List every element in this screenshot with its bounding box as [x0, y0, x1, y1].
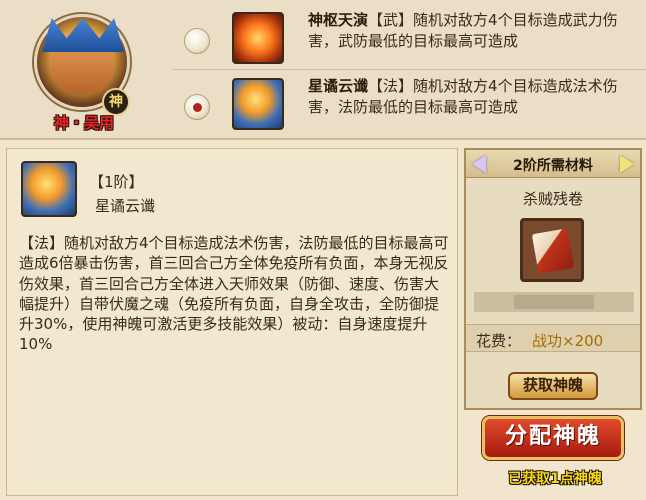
hero-name: 神・吴用	[53, 114, 114, 132]
material-slot[interactable]	[520, 218, 584, 282]
next-arrow-icon[interactable]	[620, 155, 634, 173]
skill-upgrade-screen: 神 神・吴用 神枢天演【武】随机对敌方4个目标造成武力伤害，武防最低的目标最高可…	[0, 0, 646, 500]
get-soul-button[interactable]: 获取神魄	[508, 372, 598, 400]
skill-row-1[interactable]: 神枢天演【武】随机对敌方4个目标造成武力伤害，武防最低的目标最高可造成	[172, 6, 646, 70]
materials-header: 2阶所需材料	[466, 150, 640, 178]
material-count-bar	[474, 292, 634, 312]
prev-arrow-icon[interactable]	[472, 155, 486, 173]
skills-header: 神 神・吴用 神枢天演【武】随机对敌方4个目标造成武力伤害，武防最低的目标最高可…	[0, 0, 646, 140]
skill-name: 星谲云谶	[95, 197, 156, 215]
hero-portrait: 神 神・吴用	[28, 6, 142, 136]
skill-description: 【法】随机对敌方4个目标造成法术伤害，法防最低的目标最高可造成6倍暴击伤害，首三…	[19, 234, 449, 354]
cost-value: 战功×200	[532, 332, 604, 350]
material-count-fill	[514, 295, 594, 309]
acquired-points-text: 已获取1点神魄	[508, 471, 602, 487]
star-skill-icon	[232, 78, 284, 130]
skill-1-radio[interactable]	[184, 28, 210, 54]
cost-row: 花费： 战功×200	[466, 324, 640, 352]
skill-2-title: 星谲云谶	[308, 77, 369, 95]
skill-2-radio[interactable]	[184, 94, 210, 120]
skill-1-tag: 【武】	[368, 11, 414, 29]
skill-1-title: 神枢天演	[308, 11, 369, 29]
skill-1-text: 神枢天演【武】随机对敌方4个目标造成武力伤害，武防最低的目标最高可造成	[308, 10, 628, 54]
materials-panel: 2阶所需材料 杀贼残卷 花费： 战功×200 获取神魄	[464, 148, 642, 410]
skill-row-2[interactable]: 星谲云谶【法】随机对敌方4个目标造成法术伤害，法防最低的目标最高可造成	[172, 72, 646, 136]
skill-detail-panel: 【1阶】 星谲云谶 【法】随机对敌方4个目标造成法术伤害，法防最低的目标最高可造…	[6, 148, 458, 496]
scroll-book-icon	[531, 228, 575, 274]
cost-label: 花费：	[476, 332, 522, 350]
radio-selected-dot	[193, 103, 202, 112]
assign-soul-button[interactable]: 分配神魄	[482, 416, 624, 460]
skill-2-tag: 【法】	[368, 77, 414, 95]
skill-2-text: 星谲云谶【法】随机对敌方4个目标造成法术伤害，法防最低的目标最高可造成	[308, 76, 628, 120]
materials-title: 2阶所需材料	[513, 158, 593, 174]
fire-skill-icon	[232, 12, 284, 64]
material-name: 杀贼残卷	[522, 190, 583, 208]
hero-helmet-icon	[42, 18, 124, 52]
skill-level: 【1阶】	[89, 173, 144, 191]
star-skill-icon	[21, 161, 77, 217]
